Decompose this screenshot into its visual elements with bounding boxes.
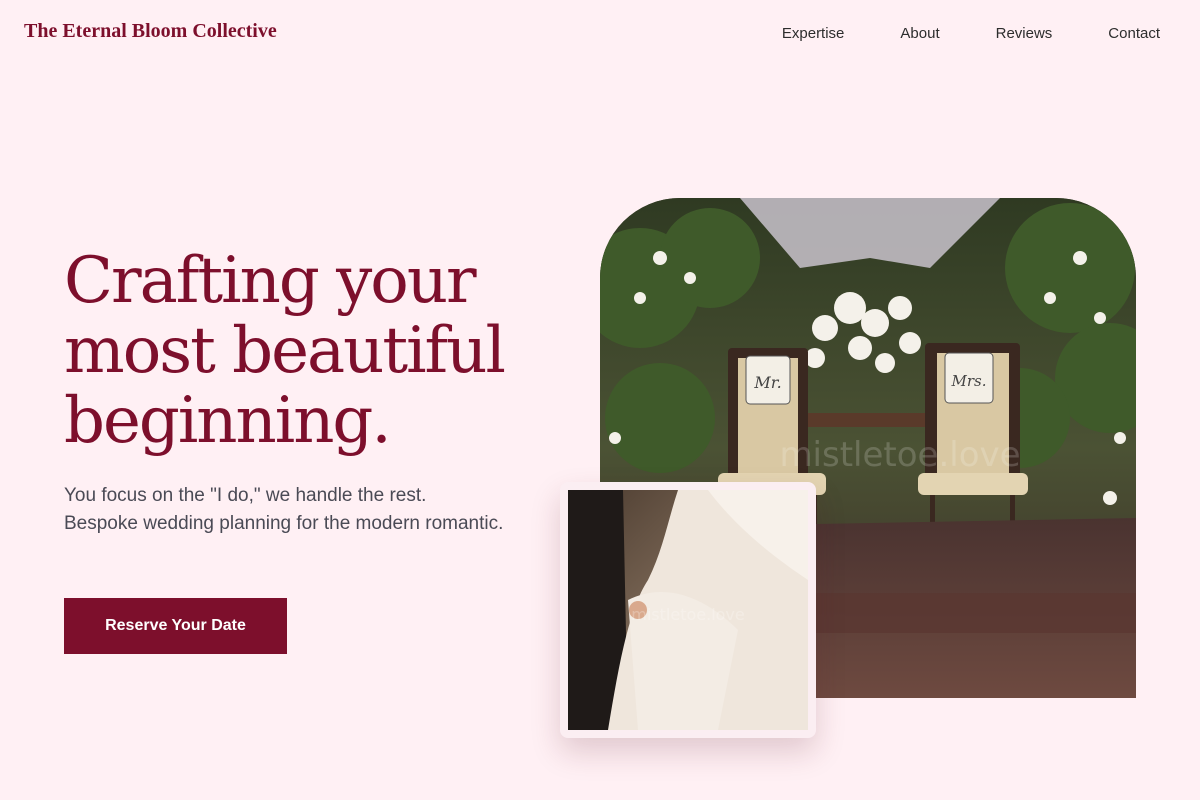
site-header: The Eternal Bloom Collective Expertise A…: [0, 0, 1200, 68]
nav-link-reviews[interactable]: Reviews: [996, 25, 1053, 42]
bride-dress-photo: mistletoe.love: [568, 490, 808, 730]
hero-subtitle: You focus on the "I do," we handle the r…: [64, 485, 504, 534]
mr-sign-text: Mr.: [753, 373, 781, 392]
secondary-photo-watermark: mistletoe.love: [631, 605, 744, 624]
nav-link-expertise[interactable]: Expertise: [782, 25, 845, 42]
mrs-sign-text: Mrs.: [951, 372, 987, 390]
main-photo-watermark: mistletoe.love: [779, 435, 1020, 475]
nav-link-about[interactable]: About: [900, 25, 939, 42]
hero-title: Crafting your most beautiful beginning.: [64, 244, 506, 458]
reserve-date-button[interactable]: Reserve Your Date: [64, 598, 287, 654]
bride-photo-card: mistletoe.love: [560, 482, 816, 738]
main-nav: Expertise About Reviews Contact: [782, 25, 1160, 42]
brand-logo[interactable]: The Eternal Bloom Collective: [24, 20, 277, 43]
nav-link-contact[interactable]: Contact: [1108, 25, 1160, 42]
